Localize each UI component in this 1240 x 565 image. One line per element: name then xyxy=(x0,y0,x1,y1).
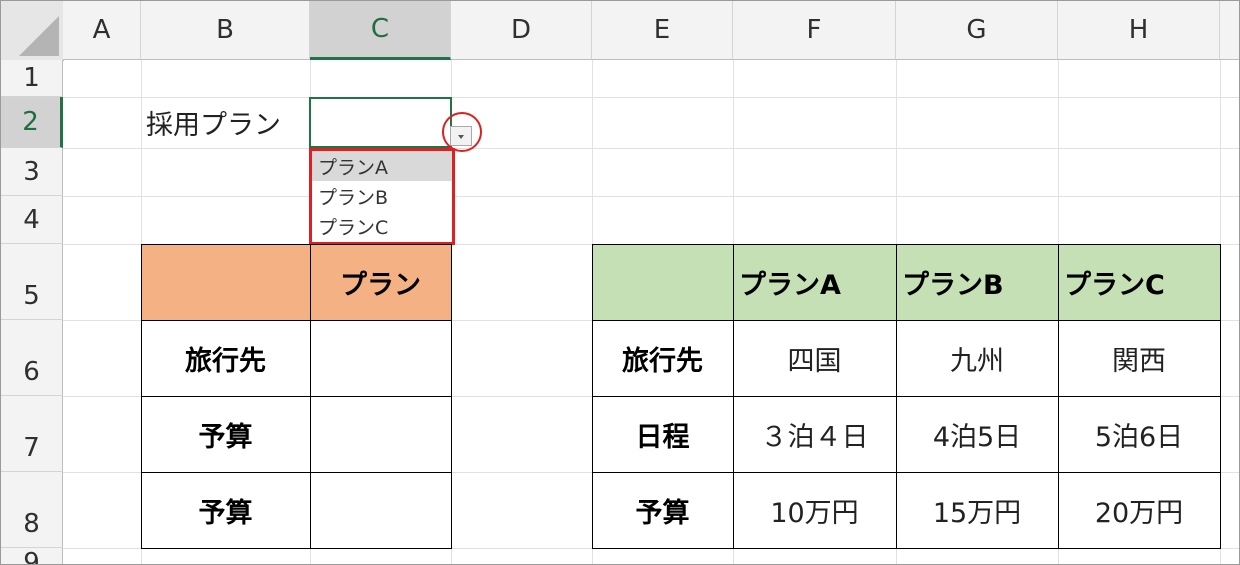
column-header-c[interactable]: C xyxy=(310,1,451,60)
column-header-h[interactable]: H xyxy=(1058,1,1220,60)
dropdown-option-plan-a[interactable]: プランA xyxy=(312,151,452,181)
row-header-4[interactable]: 4 xyxy=(1,196,63,244)
dropdown-arrow-highlight-circle xyxy=(442,112,482,152)
row-header-8[interactable]: 8 xyxy=(1,472,63,548)
column-header-d[interactable]: D xyxy=(451,1,592,60)
row-header-9[interactable]: 9 xyxy=(1,548,63,564)
select-all-corner[interactable] xyxy=(1,1,64,61)
dropdown-option-plan-c[interactable]: プランC xyxy=(312,211,452,241)
cell-b2-label[interactable]: 採用プラン xyxy=(146,97,281,148)
row-header-7[interactable]: 7 xyxy=(1,396,63,472)
column-header-next[interactable] xyxy=(1220,1,1239,60)
row-header-2[interactable]: 2 xyxy=(1,97,63,148)
column-header-g[interactable]: G xyxy=(896,1,1058,60)
column-header-f[interactable]: F xyxy=(733,1,896,60)
column-header-b[interactable]: B xyxy=(141,1,310,60)
row-header-3[interactable]: 3 xyxy=(1,148,63,196)
column-header-a[interactable]: A xyxy=(63,1,141,60)
active-cell-c2[interactable] xyxy=(309,97,452,148)
column-header-e[interactable]: E xyxy=(592,1,733,60)
select-all-triangle-icon xyxy=(19,16,59,56)
dropdown-list: プランA プランB プランC xyxy=(309,148,455,245)
row-header-1[interactable]: 1 xyxy=(1,60,63,97)
spreadsheet-window: A B C D E F G H 1 2 3 4 5 6 7 8 9 採用プラン … xyxy=(0,0,1240,565)
dropdown-option-plan-b[interactable]: プランB xyxy=(312,181,452,211)
row-header-6[interactable]: 6 xyxy=(1,320,63,396)
row-header-5[interactable]: 5 xyxy=(1,244,63,320)
